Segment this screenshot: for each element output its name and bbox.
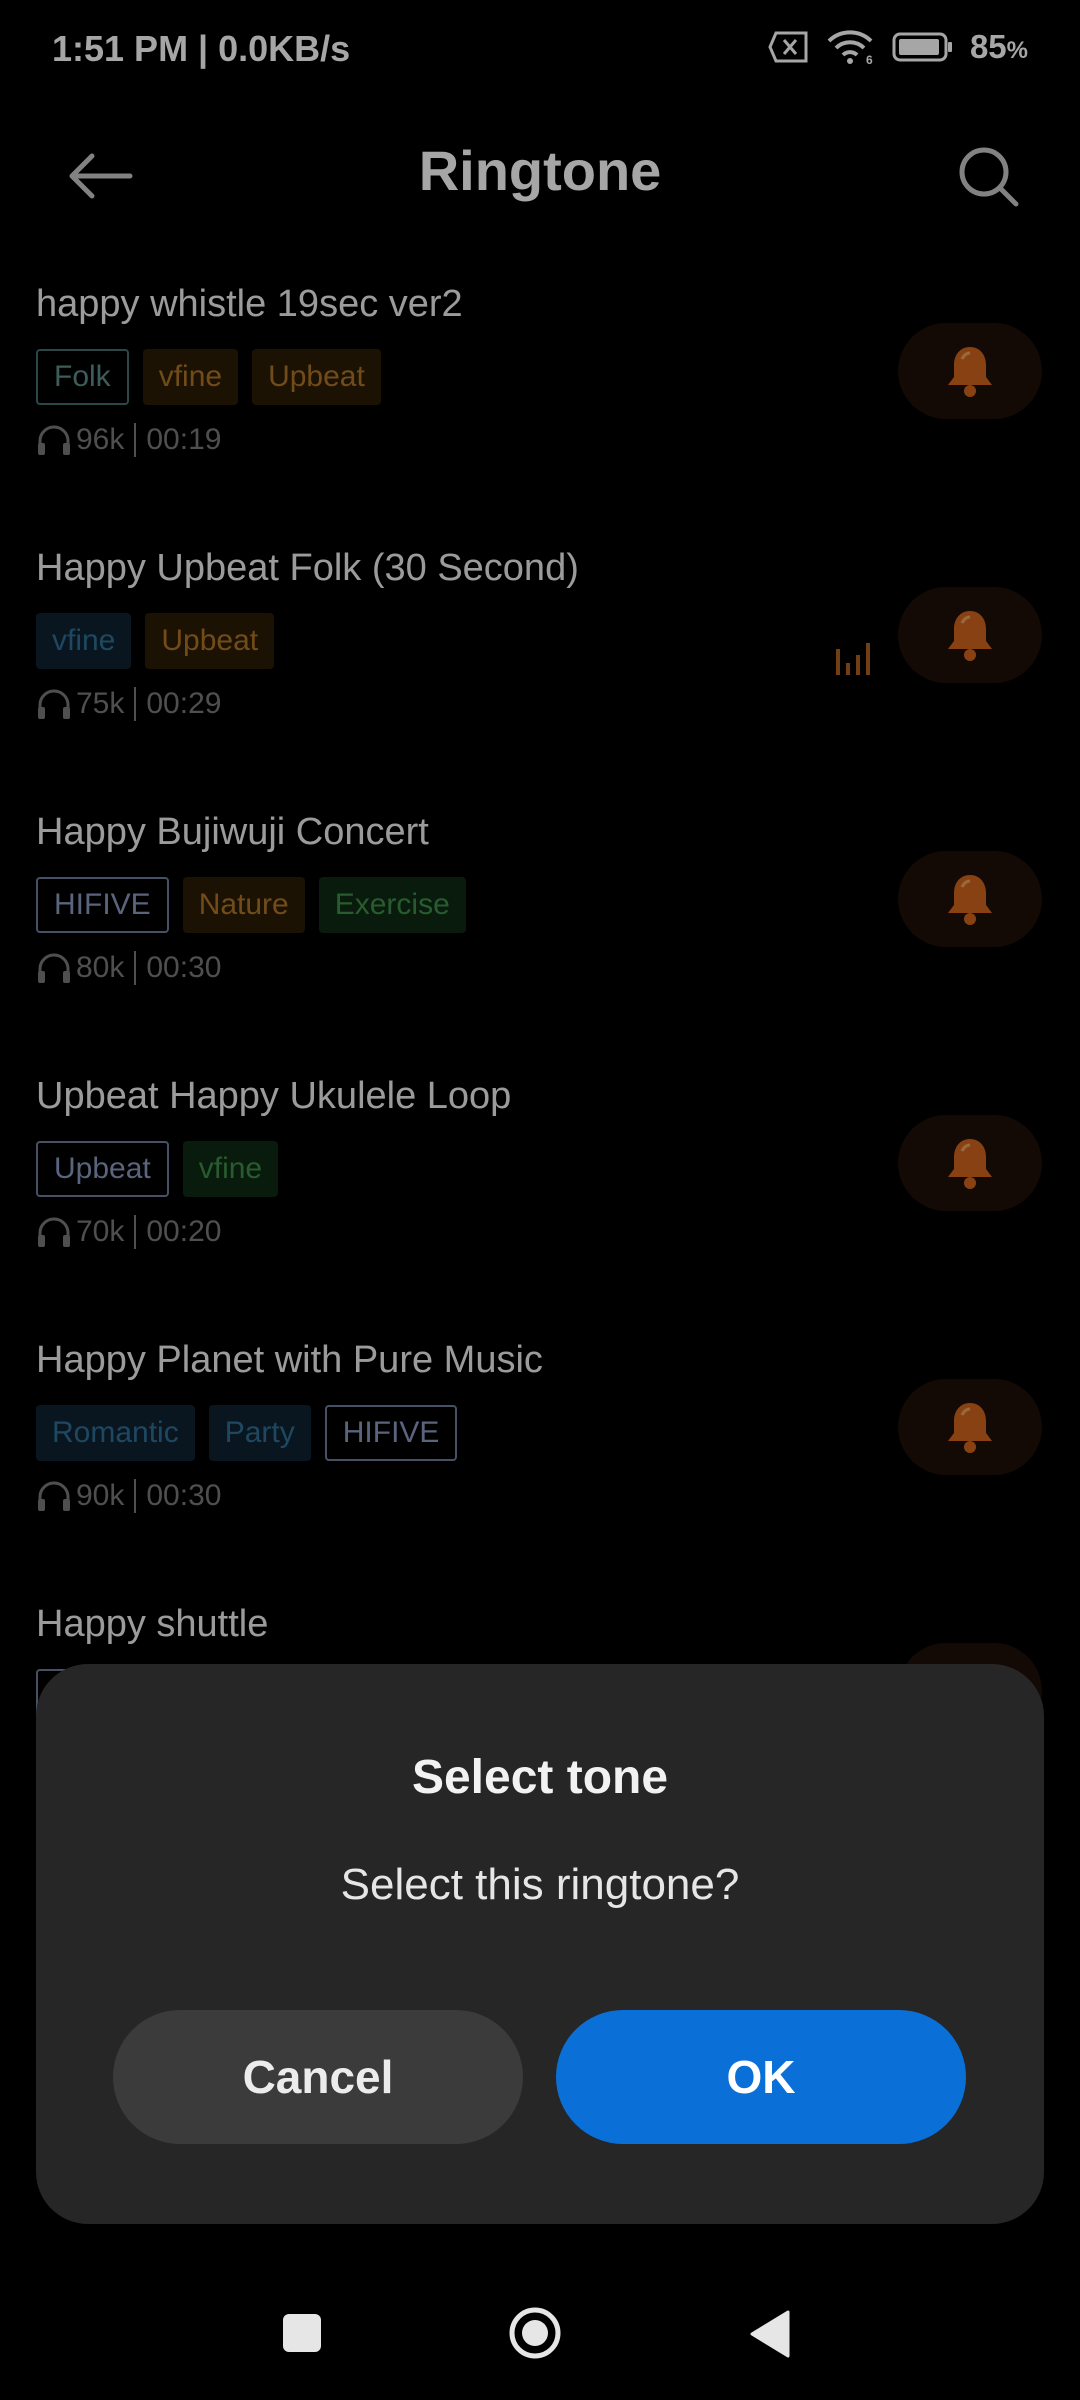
home-circle-icon [509, 2307, 561, 2359]
dialog-message: Select this ringtone? [340, 1860, 740, 1909]
cancel-button[interactable]: Cancel [113, 2010, 523, 2144]
system-nav-bar [0, 2270, 1080, 2400]
ok-button[interactable]: OK [556, 2010, 966, 2144]
select-tone-dialog: Select tone Select this ringtone? Cancel… [36, 1664, 1044, 2224]
dialog-title: Select tone [411, 1751, 669, 1804]
nav-back-button[interactable] [748, 2310, 790, 2358]
triangle-back-icon [750, 2310, 790, 2358]
home-button[interactable] [508, 2306, 562, 2360]
recents-button[interactable] [283, 2314, 321, 2352]
